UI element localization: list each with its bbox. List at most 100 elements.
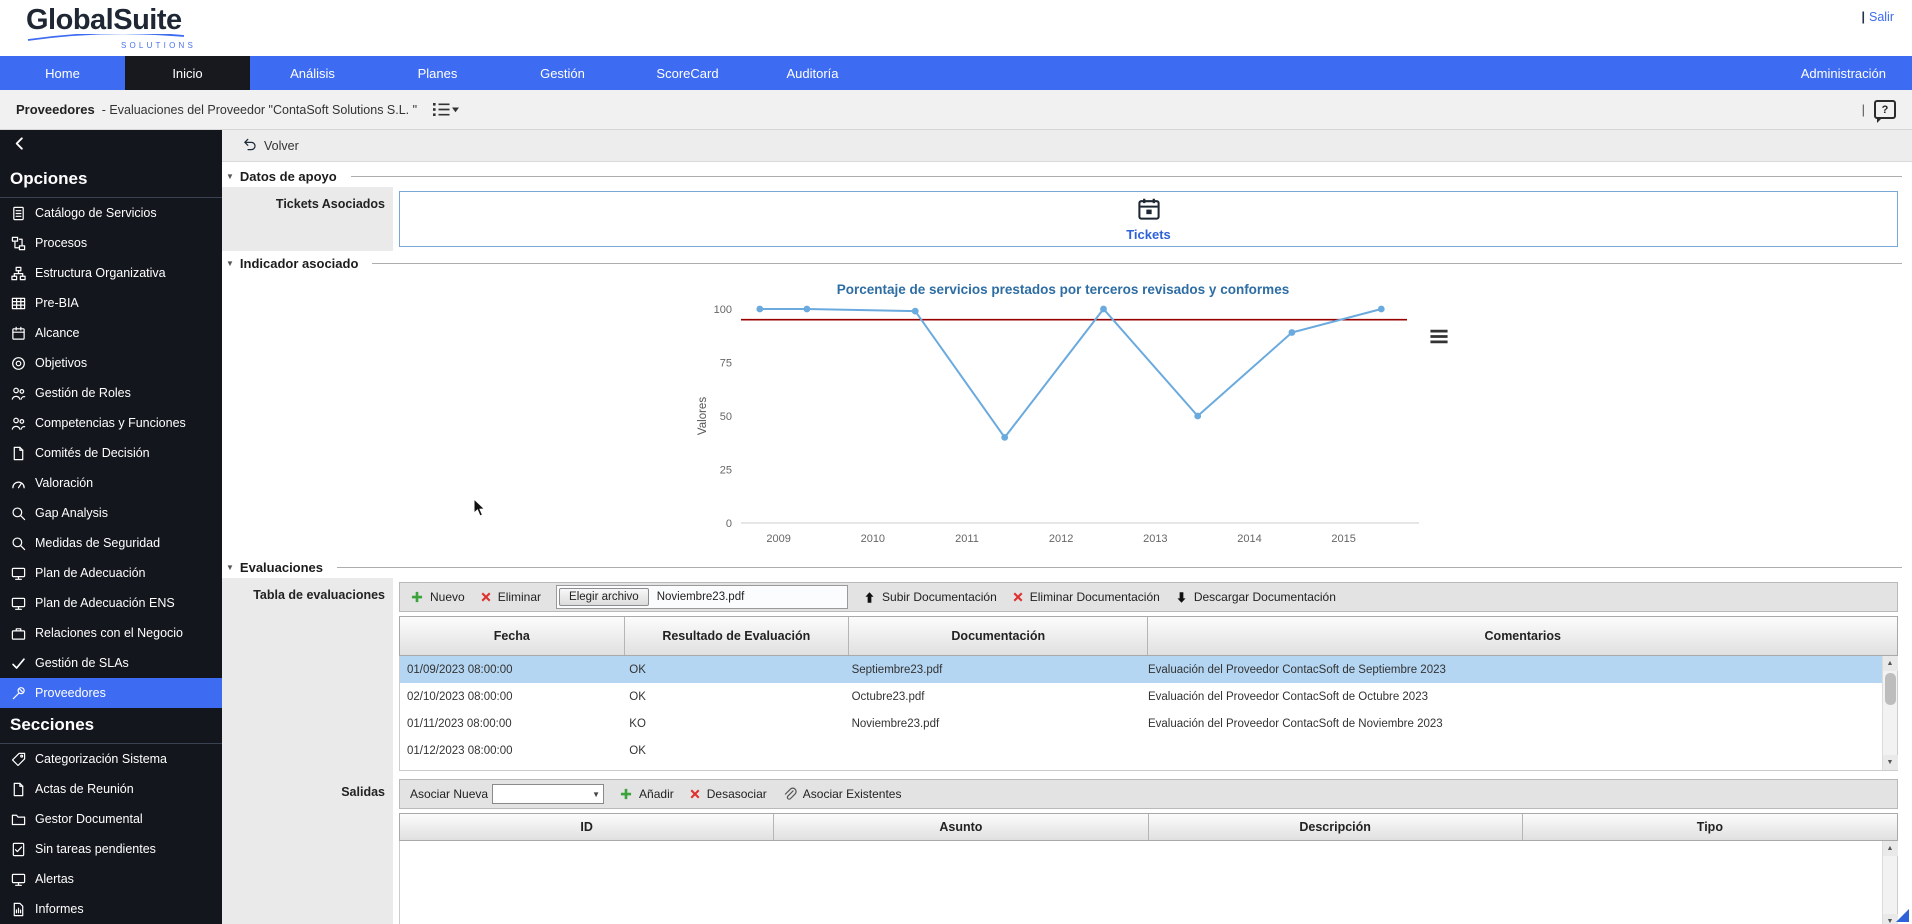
column-header-documentacion[interactable]: Documentación [849, 617, 1149, 655]
file-input[interactable]: Elegir archivo Noviembre23.pdf [556, 585, 849, 609]
table-cell: Octubre23.pdf [851, 690, 925, 703]
eliminar-documentacion-button[interactable]: Eliminar Documentación [1012, 590, 1160, 604]
sidebar-item-informes[interactable]: Informes [0, 894, 222, 924]
section-header-datos-de-apoyo[interactable]: ▼ Datos de apoyo [226, 169, 1904, 184]
column-header-tipo[interactable]: Tipo [1523, 814, 1897, 840]
sidebar-item-comites-de-decision[interactable]: Comités de Decisión [0, 438, 222, 468]
app-root: GlobalSuite SOLUTIONS | Salir Home Inicio A… [0, 0, 1912, 924]
logout-link[interactable]: | Salir [1861, 10, 1894, 24]
column-header-descripcion[interactable]: Descripción [1149, 814, 1523, 840]
section-header-indicador-asociado[interactable]: ▼ Indicador asociado [226, 256, 1904, 271]
sidebar-item-relaciones-con-el-negocio[interactable]: Relaciones con el Negocio [0, 618, 222, 648]
down-arrow-icon [1175, 591, 1188, 604]
sidebar-item-label: Actas de Reunión [35, 782, 134, 796]
sidebar-item-valoracion[interactable]: Valoración [0, 468, 222, 498]
svg-text:75: 75 [720, 358, 732, 370]
monitor-icon [11, 872, 26, 887]
scrollbar-thumb[interactable] [1884, 673, 1896, 705]
nav-tab-planes[interactable]: Planes [375, 56, 500, 90]
section-title: Evaluaciones [239, 560, 324, 575]
table-cell: 01/12/2023 08:00:00 [407, 744, 513, 757]
salidas-scrollbar[interactable]: ▲ ▼ [1882, 841, 1898, 924]
logo-swoosh [27, 34, 185, 41]
sidebar-item-sin-tareas-pendientes[interactable]: Sin tareas pendientes [0, 834, 222, 864]
sidebar-item-gap-analysis[interactable]: Gap Analysis [0, 498, 222, 528]
evaluaciones-row[interactable]: 01/12/2023 08:00:00 OK [400, 737, 1882, 764]
logo-wordmark: GlobalSuite [26, 4, 182, 36]
evaluaciones-row[interactable]: 01/11/2023 08:00:00 KO Noviembre23.pdf Eval… [400, 710, 1882, 737]
grid-icon [11, 296, 26, 311]
sidebar-item-label: Comités de Decisión [35, 446, 150, 460]
scroll-up-icon[interactable]: ▲ [1882, 656, 1898, 671]
svg-text:2014: 2014 [1237, 533, 1261, 545]
column-header-comentarios[interactable]: Comentarios [1148, 617, 1897, 655]
elegir-archivo-button[interactable]: Elegir archivo [559, 588, 649, 606]
section-header-evaluaciones[interactable]: ▼ Evaluaciones [226, 560, 1904, 575]
sidebar-item-plan-de-adecuacion[interactable]: Plan de Adecuación [0, 558, 222, 588]
column-header-fecha[interactable]: Fecha [400, 617, 625, 655]
sidebar-item-actas-de-reunion[interactable]: Actas de Reunión [0, 774, 222, 804]
collapse-caret-icon: ▼ [226, 172, 234, 181]
tickets-asociados-button[interactable]: Tickets [399, 191, 1898, 247]
tag-icon [11, 752, 26, 767]
column-header-resultado-de-evaluacion[interactable]: Resultado de Evaluación [625, 617, 850, 655]
sidebar-item-gestor-documental[interactable]: Gestor Documental [0, 804, 222, 834]
sidebar-item-competencias-y-funciones[interactable]: Competencias y Funciones [0, 408, 222, 438]
breadcrumb-divider: | [1861, 102, 1865, 117]
eliminar-button[interactable]: Eliminar [480, 590, 541, 604]
undo-icon [242, 137, 257, 155]
chart-menu-icon[interactable] [1429, 329, 1449, 344]
main-row: Opciones Catálogo de Servicios Procesos Est… [0, 130, 1912, 924]
scroll-up-icon[interactable]: ▲ [1882, 841, 1898, 856]
sidebar-item-objetivos[interactable]: Objetivos [0, 348, 222, 378]
nav-tab-gestion[interactable]: Gestión [500, 56, 625, 90]
logout-divider: | [1861, 10, 1865, 24]
sidebar-back-button[interactable] [0, 130, 222, 162]
anadir-button[interactable]: Añadir [619, 787, 674, 801]
calendar-icon [11, 326, 26, 341]
sidebar-item-estructura-organizativa[interactable]: Estructura Organizativa [0, 258, 222, 288]
evaluaciones-row[interactable]: 02/10/2023 08:00:00 OK Octubre23.pdf Evalua… [400, 683, 1882, 710]
help-icon[interactable]: ? [1874, 100, 1896, 123]
volver-button[interactable]: Volver [242, 137, 299, 155]
collapse-caret-icon: ▼ [226, 563, 234, 572]
subir-documentacion-button[interactable]: Subir Documentación [863, 590, 997, 604]
desasociar-button[interactable]: Desasociar [689, 787, 767, 801]
sidebar-item-medidas-de-seguridad[interactable]: Medidas de Seguridad [0, 528, 222, 558]
nav-tab-home[interactable]: Home [0, 56, 125, 90]
sidebar-item-gestion-de-roles[interactable]: Gestión de Roles [0, 378, 222, 408]
app-logo[interactable]: GlobalSuite SOLUTIONS [26, 6, 196, 50]
evaluaciones-row[interactable]: 01/09/2023 08:00:00 OK Septiembre23.pdf Eva… [400, 656, 1882, 683]
descargar-documentacion-button[interactable]: Descargar Documentación [1175, 590, 1336, 604]
volver-label: Volver [264, 138, 299, 153]
sidebar-groups: Opciones Catálogo de Servicios Procesos Est… [0, 162, 222, 924]
sidebar-item-label: Plan de Adecuación [35, 566, 146, 580]
list-menu-icon[interactable] [433, 102, 460, 117]
sidebar-item-alcance[interactable]: Alcance [0, 318, 222, 348]
asociar-existentes-button[interactable]: Asociar Existentes [782, 787, 901, 802]
evaluaciones-scrollbar[interactable]: ▲ ▼ [1882, 656, 1898, 770]
sidebar-item-categorizacion-sistema[interactable]: Categorización Sistema [0, 744, 222, 774]
sidebar-item-label: Gestión de SLAs [35, 656, 129, 670]
sidebar-item-pre-bia[interactable]: Pre-BIA [0, 288, 222, 318]
table-cell: Septiembre23.pdf [851, 663, 943, 676]
sidebar-item-gestion-de-slas[interactable]: Gestión de SLAs [0, 648, 222, 678]
sidebar-item-catalogo-de-servicios[interactable]: Catálogo de Servicios [0, 198, 222, 228]
scroll-down-icon[interactable]: ▼ [1882, 755, 1898, 770]
asociar-nueva-select[interactable]: ▼ [492, 784, 605, 804]
sidebar-item-proveedores[interactable]: Proveedores [0, 678, 222, 708]
sidebar-item-plan-de-adecuacion-ens[interactable]: Plan de Adecuación ENS [0, 588, 222, 618]
sidebar-item-procesos[interactable]: Procesos [0, 228, 222, 258]
nav-tab-analisis[interactable]: Análisis [250, 56, 375, 90]
sidebar-item-label: Procesos [35, 236, 88, 250]
svg-text:25: 25 [720, 465, 732, 477]
sidebar-item-alertas[interactable]: Alertas [0, 864, 222, 894]
nav-tab-scorecard[interactable]: ScoreCard [625, 56, 750, 90]
nav-tab-auditoria[interactable]: Auditoría [750, 56, 875, 90]
column-header-id[interactable]: ID [400, 814, 775, 840]
nav-tab-administracion[interactable]: Administración [1775, 56, 1912, 90]
column-header-asunto[interactable]: Asunto [774, 814, 1149, 840]
nav-tab-inicio[interactable]: Inicio [125, 56, 250, 90]
tickets-label: Tickets [1126, 226, 1171, 242]
nuevo-button[interactable]: Nuevo [410, 590, 465, 604]
